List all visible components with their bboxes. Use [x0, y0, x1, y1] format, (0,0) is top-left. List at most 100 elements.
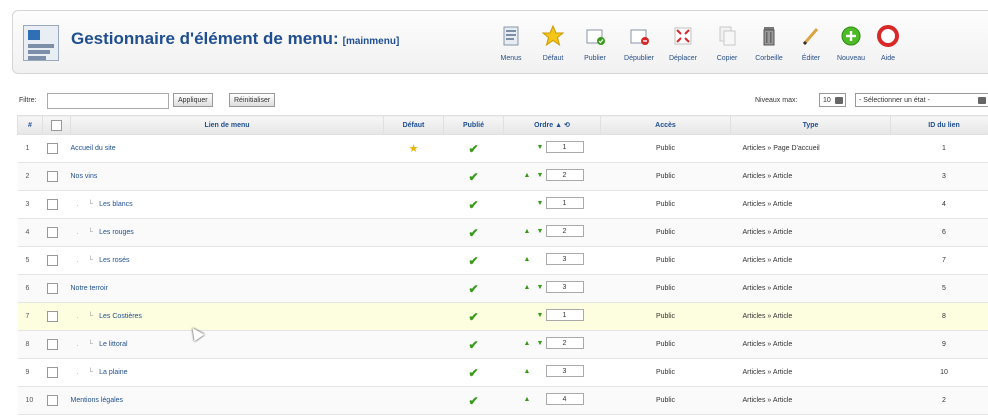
default-star-icon[interactable]: ★ — [409, 143, 419, 155]
col-link-header[interactable]: Lien de menu — [70, 115, 384, 135]
toolbar-menus-button[interactable]: Menus — [489, 19, 533, 71]
row-order-cell: ▲ ▼ 2 — [503, 330, 601, 359]
row-checkbox[interactable] — [42, 386, 71, 415]
select-all-checkbox[interactable] — [42, 115, 71, 135]
menu-item-link[interactable]: Le littoral — [99, 341, 127, 348]
row-order-cell: ▲ ▼ 2 — [503, 218, 601, 247]
move-down-icon[interactable]: ▼ — [537, 144, 544, 151]
row-access[interactable]: Public — [600, 386, 731, 415]
col-id-header[interactable]: ID du lien — [890, 115, 988, 135]
filter-input[interactable] — [47, 93, 169, 109]
table-row: 5. └ Les rosés ✔ ▲ 3 Public Articles » Article… — [17, 246, 988, 275]
row-access[interactable]: Public — [600, 246, 731, 275]
published-check-icon[interactable]: ✔ — [468, 310, 478, 324]
state-select[interactable]: - Sélectionner un état - ▼ — [855, 93, 988, 107]
row-type: Articles » Article — [730, 386, 891, 415]
move-up-icon[interactable]: ▲ — [524, 340, 531, 347]
col-order-header[interactable]: Ordre ▲ ⟲ — [503, 115, 601, 135]
toolbar-edit-button[interactable]: Éditer — [789, 19, 833, 71]
published-check-icon[interactable]: ✔ — [468, 198, 478, 212]
order-input[interactable]: 2 — [545, 225, 584, 237]
row-number: 10 — [17, 386, 43, 415]
move-up-icon[interactable]: ▲ — [524, 228, 531, 235]
published-check-icon[interactable]: ✔ — [468, 254, 478, 268]
row-checkbox[interactable] — [42, 134, 71, 163]
toolbar-default-button[interactable]: Défaut — [531, 19, 575, 71]
row-checkbox[interactable] — [42, 274, 71, 303]
table-row: 2 Nos vins ✔ ▲ ▼ 2 Public Articles » Article 3 — [17, 162, 988, 191]
levels-select[interactable]: 10 ▼ — [819, 93, 846, 107]
table-header-row: # Lien de menu Défaut Publié Ordre ▲ ⟲ A… — [17, 115, 988, 135]
save-order-icon[interactable]: ⟲ — [564, 122, 570, 129]
toolbar-unpublish-button[interactable]: Dépublier — [617, 19, 661, 71]
move-down-icon[interactable]: ▼ — [537, 228, 544, 235]
menu-item-link[interactable]: Accueil du site — [71, 145, 116, 152]
menu-item-link[interactable]: Les rosés — [99, 257, 129, 264]
page-header: Gestionnaire d'élément de menu: [mainmenu… — [12, 10, 988, 74]
move-up-icon[interactable]: ▲ — [524, 284, 531, 291]
menu-item-link[interactable]: Les blancs — [99, 201, 132, 208]
published-check-icon[interactable]: ✔ — [468, 170, 478, 184]
order-input[interactable]: 1 — [545, 309, 584, 321]
published-check-icon[interactable]: ✔ — [468, 282, 478, 296]
move-down-icon[interactable]: ▼ — [537, 172, 544, 179]
menu-item-link[interactable]: Les Costières — [99, 313, 142, 320]
row-checkbox[interactable] — [42, 190, 71, 219]
apply-button[interactable]: Appliquer — [173, 93, 213, 107]
toolbar-new-button[interactable]: Nouveau — [829, 19, 873, 71]
reset-button[interactable]: Réinitialiser — [229, 93, 276, 107]
row-default-cell — [383, 246, 444, 275]
move-down-icon[interactable]: ▼ — [537, 200, 544, 207]
row-access[interactable]: Public — [600, 190, 731, 219]
order-input[interactable]: 3 — [545, 365, 584, 377]
toolbar-help-button[interactable]: Aide — [873, 19, 903, 71]
row-access[interactable]: Public — [600, 274, 731, 303]
toolbar-move-button[interactable]: Déplacer — [661, 19, 705, 71]
menu-item-link[interactable]: Mentions légales — [71, 397, 124, 404]
order-input[interactable]: 4 — [545, 393, 584, 405]
row-access[interactable]: Public — [600, 358, 731, 387]
row-access[interactable]: Public — [600, 134, 731, 163]
order-input[interactable]: 3 — [545, 253, 584, 265]
move-up-icon[interactable]: ▲ — [524, 396, 531, 403]
move-down-icon[interactable]: ▼ — [537, 284, 544, 291]
row-checkbox[interactable] — [42, 358, 71, 387]
order-input[interactable]: 1 — [545, 141, 584, 153]
row-default-cell — [383, 302, 444, 331]
menu-item-link[interactable]: La plaine — [99, 369, 127, 376]
row-checkbox[interactable] — [42, 246, 71, 275]
menu-item-link[interactable]: Notre terroir — [71, 285, 108, 292]
row-access[interactable]: Public — [600, 330, 731, 359]
col-type-header[interactable]: Type — [730, 115, 891, 135]
order-input[interactable]: 3 — [545, 281, 584, 293]
row-type: Articles » Article — [730, 218, 891, 247]
order-input[interactable]: 2 — [545, 337, 584, 349]
toolbar-copy-button[interactable]: Copier — [705, 19, 749, 71]
col-published-header[interactable]: Publié — [443, 115, 504, 135]
row-checkbox[interactable] — [42, 218, 71, 247]
row-checkbox[interactable] — [42, 302, 71, 331]
row-checkbox[interactable] — [42, 162, 71, 191]
row-access[interactable]: Public — [600, 302, 731, 331]
move-up-icon[interactable]: ▲ — [524, 172, 531, 179]
col-default-header[interactable]: Défaut — [383, 115, 444, 135]
published-check-icon[interactable]: ✔ — [468, 338, 478, 352]
row-access[interactable]: Public — [600, 162, 731, 191]
order-input[interactable]: 2 — [545, 169, 584, 181]
col-access-header[interactable]: Accès — [600, 115, 731, 135]
toolbar-trash-button[interactable]: Corbeille — [747, 19, 791, 71]
menu-item-link[interactable]: Nos vins — [71, 173, 98, 180]
move-up-icon[interactable]: ▲ — [524, 368, 531, 375]
published-check-icon[interactable]: ✔ — [468, 226, 478, 240]
row-access[interactable]: Public — [600, 218, 731, 247]
published-check-icon[interactable]: ✔ — [468, 142, 478, 156]
row-checkbox[interactable] — [42, 330, 71, 359]
published-check-icon[interactable]: ✔ — [468, 366, 478, 380]
move-up-icon[interactable]: ▲ — [524, 256, 531, 263]
published-check-icon[interactable]: ✔ — [468, 394, 478, 408]
move-down-icon[interactable]: ▼ — [537, 312, 544, 319]
menu-item-link[interactable]: Les rouges — [99, 229, 134, 236]
order-input[interactable]: 1 — [545, 197, 584, 209]
move-down-icon[interactable]: ▼ — [537, 340, 544, 347]
toolbar-publish-button[interactable]: Publier — [573, 19, 617, 71]
